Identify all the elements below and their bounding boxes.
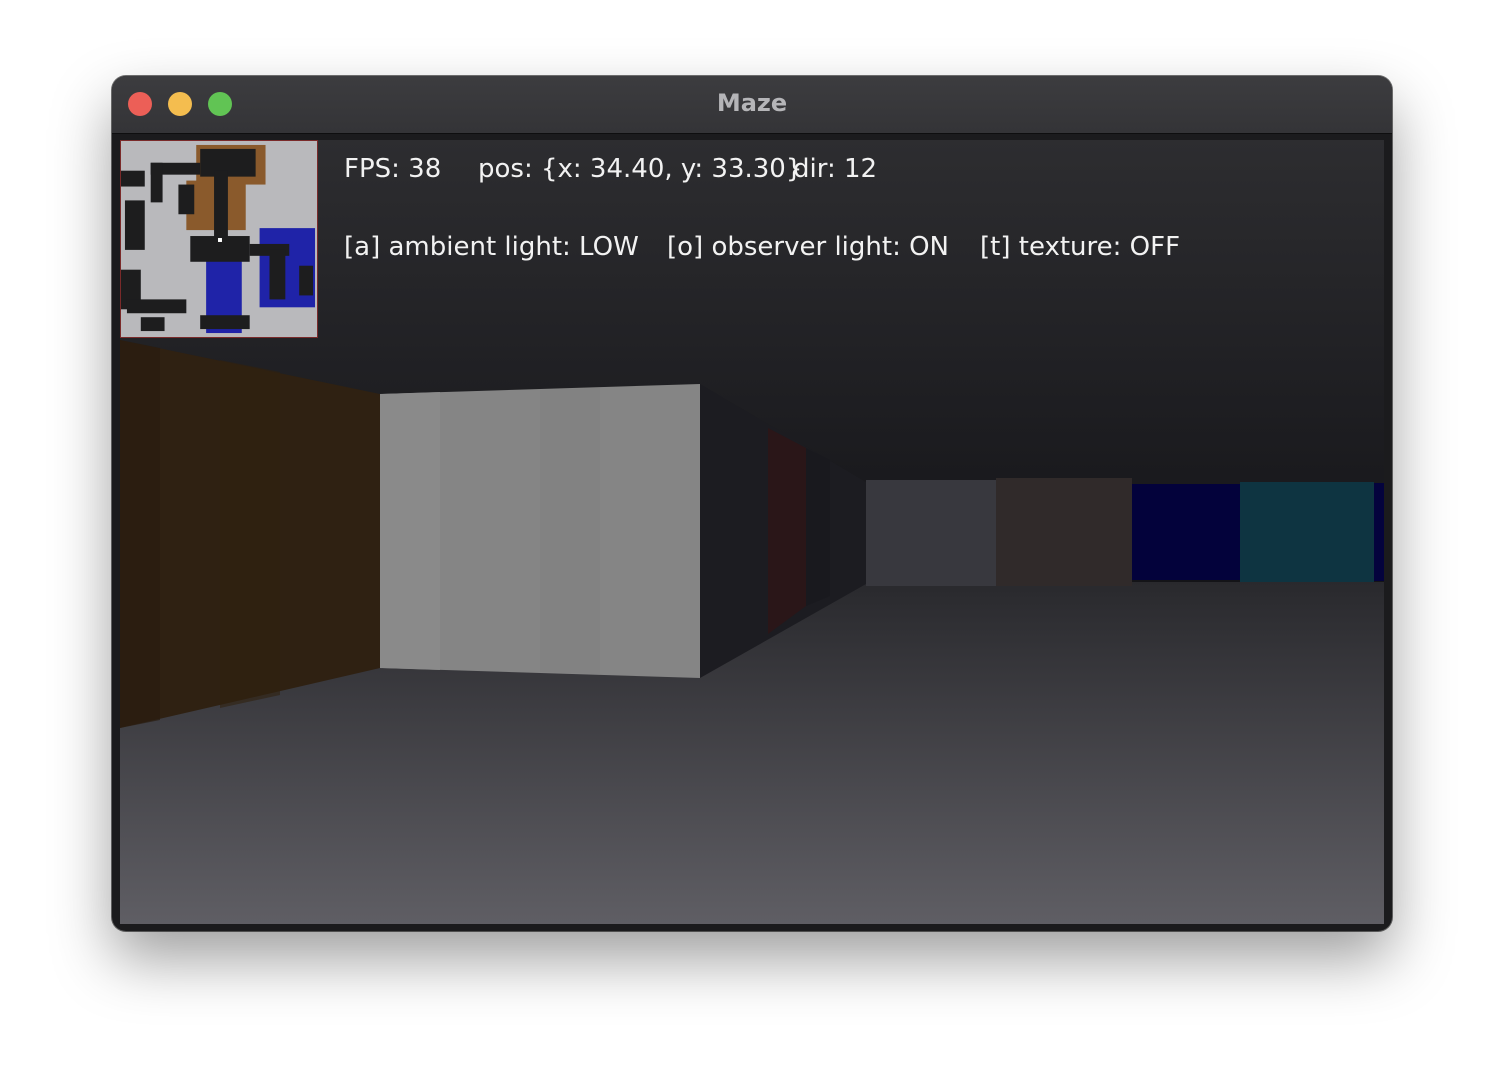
fps-readout: FPS: 38 xyxy=(344,154,442,184)
observer-light-toggle: [o] observer light: ON xyxy=(667,232,950,262)
window-title: Maze xyxy=(716,89,788,117)
ambient-light-toggle: [a] ambient light: LOW xyxy=(344,232,639,262)
far-wall-teal xyxy=(1240,482,1374,582)
direction-readout: dir: 12 xyxy=(793,154,878,184)
far-wall-blue xyxy=(1132,484,1240,580)
game-window: Maze FPS: 38 pos: {x: 34.40, y: 33.30} d… xyxy=(112,76,1392,931)
title-bar[interactable]: Maze xyxy=(112,76,1392,134)
far-wall-edge xyxy=(1374,483,1384,581)
minimap xyxy=(120,140,318,338)
far-wall-brown xyxy=(996,478,1132,586)
game-viewport[interactable]: FPS: 38 pos: {x: 34.40, y: 33.30} dir: 1… xyxy=(120,140,1384,924)
far-wall-grey xyxy=(866,480,996,586)
position-readout: pos: {x: 34.40, y: 33.30} xyxy=(478,154,803,184)
texture-toggle: [t] texture: OFF xyxy=(980,232,1181,262)
